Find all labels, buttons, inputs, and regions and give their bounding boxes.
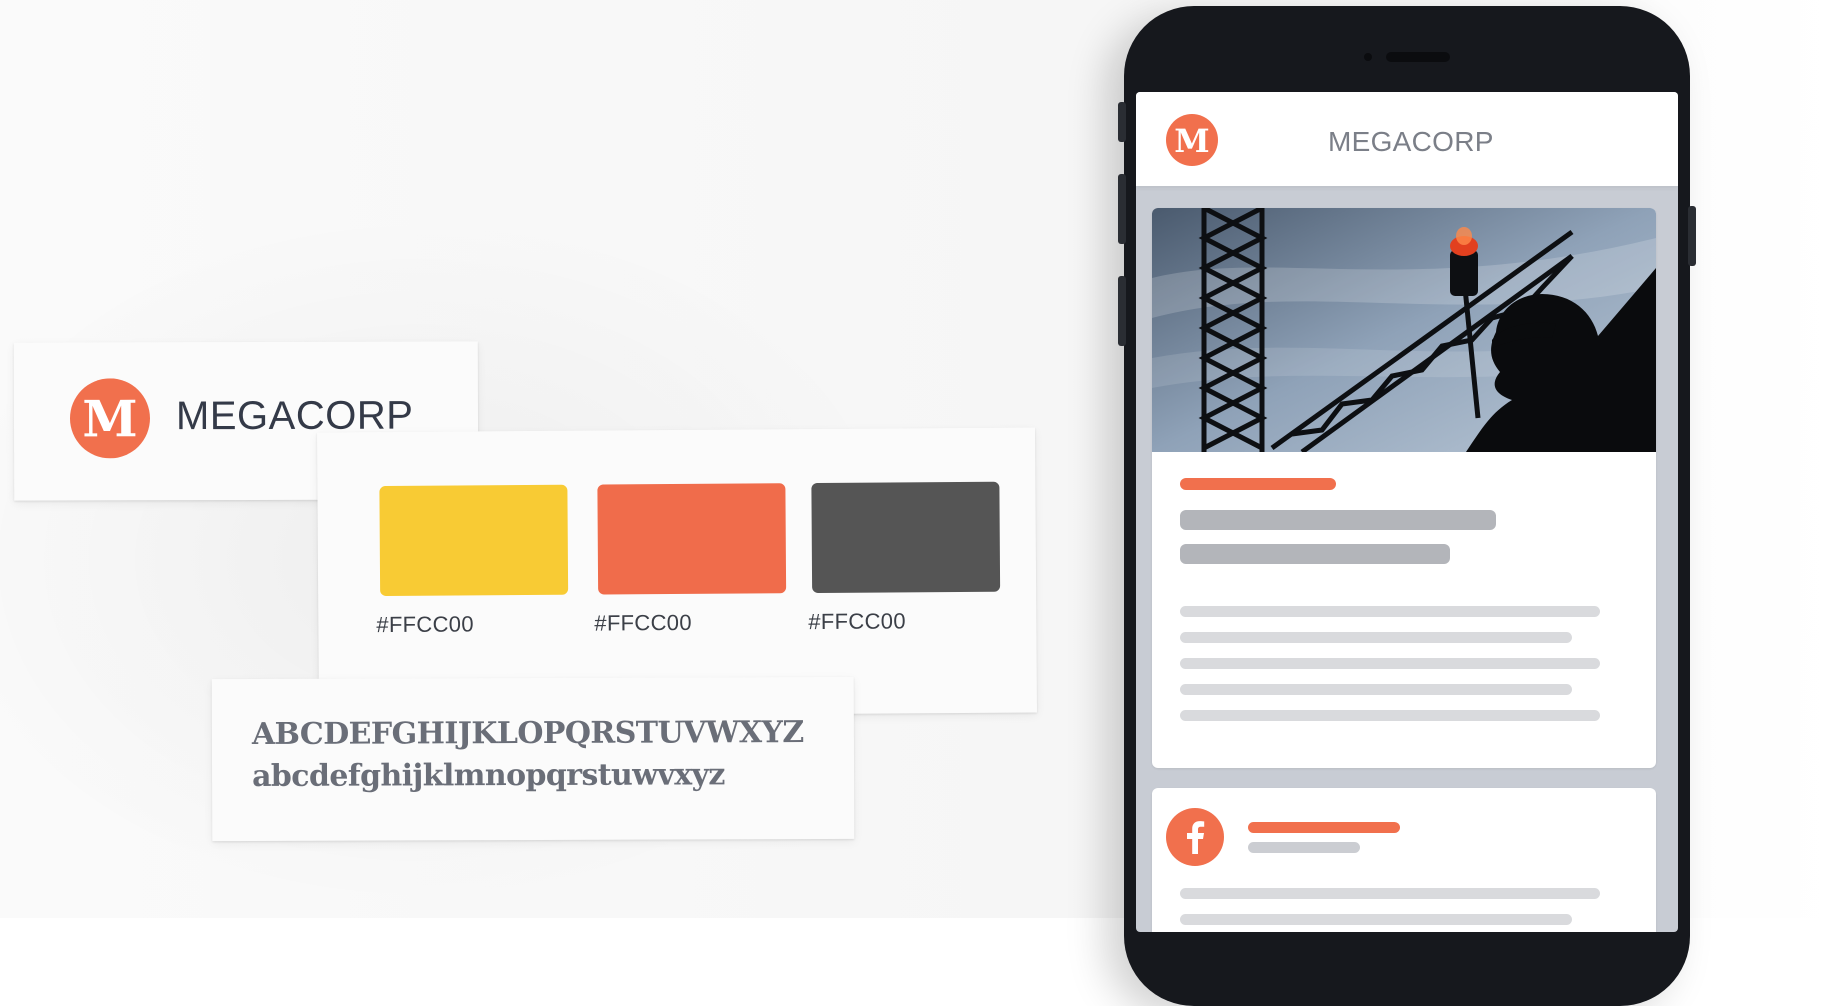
app-title: MEGACORP [1328, 126, 1494, 157]
social-meta-placeholder [1248, 842, 1360, 853]
app-header: M MEGACORP [1136, 92, 1678, 186]
social-author-placeholder [1248, 822, 1400, 833]
phone-volume-down [1118, 276, 1126, 346]
svg-text:M: M [82, 389, 138, 448]
megacorp-logo-icon: M [69, 378, 150, 459]
phone-power-button [1688, 206, 1696, 266]
post-body-line-1 [1180, 606, 1600, 617]
post-category-placeholder [1180, 478, 1336, 490]
svg-text:M: M [1174, 122, 1209, 160]
color-palette-card: #FFCC00 #FFCC00 #FFCC00 [317, 427, 1037, 718]
social-body-line-1 [1180, 888, 1600, 899]
phone-volume-up [1118, 174, 1126, 244]
post-body-line-2 [1180, 632, 1572, 643]
phone-screen: M MEGACORP [1136, 92, 1678, 932]
phone-camera [1364, 53, 1372, 61]
post-body-line-4 [1180, 684, 1572, 695]
post-title-placeholder-1 [1180, 510, 1496, 530]
swatch-yellow [379, 484, 569, 597]
hero-image [1152, 208, 1656, 452]
phone-side-button [1118, 102, 1126, 142]
swatch-label-2: #FFCC00 [594, 609, 692, 636]
phone-speaker [1386, 52, 1450, 62]
swatch-dark-gray [811, 481, 1001, 594]
megacorp-logo-icon[interactable]: M [1166, 114, 1218, 166]
post-title-placeholder-2 [1180, 544, 1450, 564]
swatch-orange [597, 483, 787, 595]
post-body-line-5 [1180, 710, 1600, 721]
swatch-label-3: #FFCC00 [808, 608, 906, 635]
type-sample-uppercase: ABCDEFGHIJKLOPQRSTUVWXYZ [251, 715, 804, 752]
typography-card: ABCDEFGHIJKLOPQRSTUVWXYZ abcdefghijklmno… [211, 676, 855, 842]
facebook-icon[interactable] [1166, 808, 1224, 866]
social-post-card[interactable] [1152, 788, 1656, 932]
swatch-label-1: #FFCC00 [376, 611, 474, 638]
post-body-line-3 [1180, 658, 1600, 669]
type-sample-lowercase: abcdefghijklmnopqrstuwvxyz [251, 757, 725, 794]
social-body-line-2 [1180, 914, 1572, 925]
post-card[interactable] [1152, 208, 1656, 768]
